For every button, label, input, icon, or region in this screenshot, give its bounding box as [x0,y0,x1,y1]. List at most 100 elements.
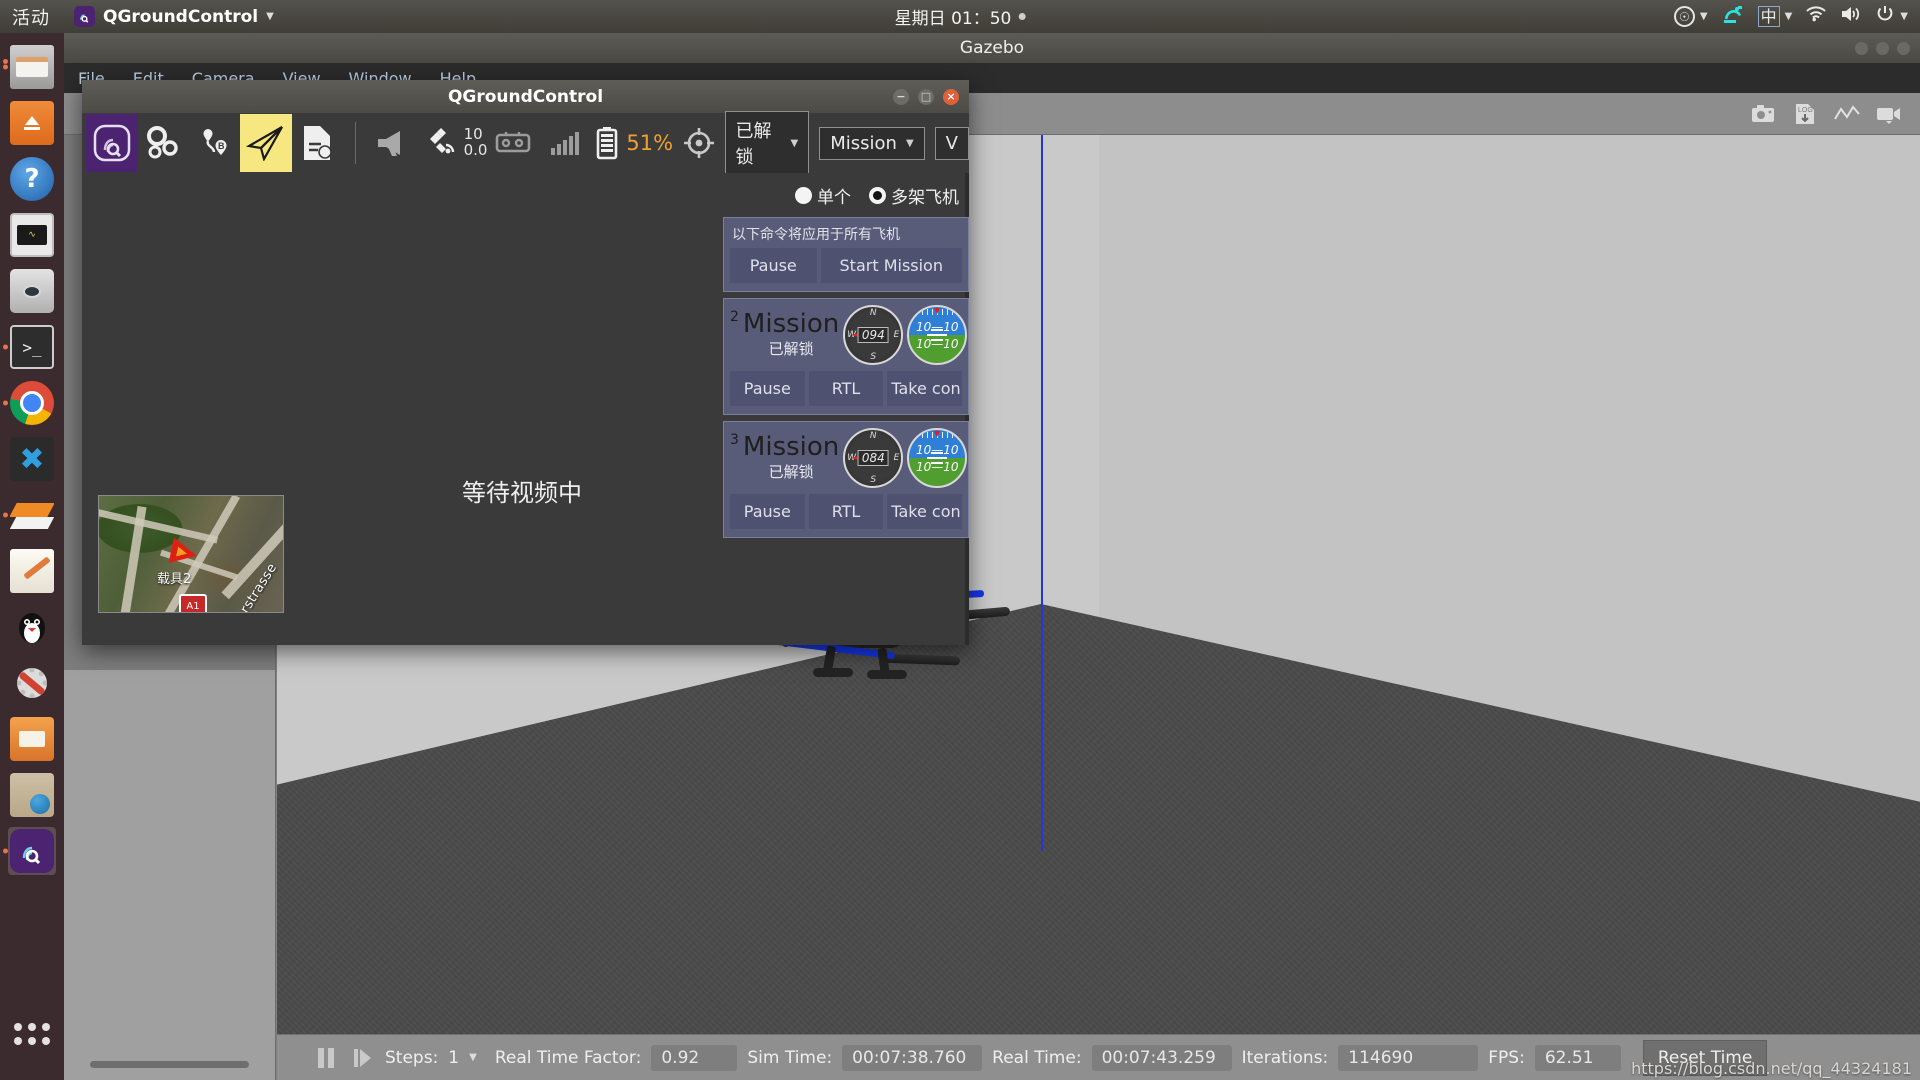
wifi-icon [1805,5,1827,28]
steps-dropdown-icon[interactable]: ▼ [469,1052,477,1063]
sidebar-item-qq[interactable] [8,603,56,651]
volume-indicator[interactable] [1840,5,1862,28]
flight-mode-dropdown[interactable]: Mission ▼ [819,126,925,160]
sidebar-item-files[interactable] [3,43,56,91]
wifi-indicator[interactable] [1805,5,1827,28]
vehicle-3-button-row: Pause RTL Take con [724,494,968,537]
vehicle-2-rtl-button[interactable]: RTL [808,371,884,406]
vehicle-2-arm-state: 已解锁 [768,340,814,359]
vehicle-3-pause-button[interactable]: Pause [730,494,805,529]
vehicle-position-marker[interactable] [168,537,200,569]
sidebar-item-qgroundcontrol[interactable] [3,827,56,875]
log-download-icon[interactable]: LOG [1792,102,1818,126]
gps-hdop-value: 0.0 [463,141,488,159]
radio-multi-vehicle[interactable]: 多架飞机 [869,183,959,208]
vehicle-3-altitude-row: 10—10 [916,443,959,457]
qgc-fly-view: 等待视频中 载具2 rstrasse A1 单个 多架飞机 以下命令将应用于所有… [82,173,969,645]
app-menu[interactable]: QGroundControl ▼ [74,6,274,27]
steps-value[interactable]: 1 [448,1048,459,1068]
ubuntu-launcher: ? ∿ >_ ✖ [0,33,64,1080]
qgc-toolbar: B 10 0.0 51% 已解锁 ▼ Mission ▼ V [82,111,969,175]
gears-settings-icon[interactable] [137,114,188,172]
battery-status-group[interactable]: 51% [594,126,673,160]
sidebar-item-slack[interactable] [3,491,56,539]
third-dropdown-value: V [945,132,958,154]
step-forward-icon[interactable] [349,1046,375,1070]
sidebar-item-browser[interactable] [8,771,56,819]
pause-icon[interactable] [313,1046,339,1070]
third-dropdown[interactable]: V [934,126,969,160]
ibus-icon [1721,3,1745,30]
vehicle-3-attitude-indicator: 10—10 10—10 [907,428,968,488]
files-icon [10,45,54,89]
world-axis-line [1040,135,1043,851]
sidebar-item-tweak-tool[interactable] [8,659,56,707]
sidebar-item-system-monitor[interactable]: ∿ [8,211,56,259]
qgc-window-buttons[interactable]: − □ × [893,88,959,105]
gazebo-pane-scrollbar[interactable] [90,1061,249,1068]
chevron-down-icon: ▼ [1784,11,1793,22]
vehicle-3-arm-state: 已解锁 [768,463,814,482]
volume-icon [1840,5,1862,28]
vehicle-2-take-control-button[interactable]: Take con [887,371,963,406]
signal-bars-icon[interactable] [539,114,590,172]
sidebar-item-amazon[interactable] [8,99,56,147]
file-manager-icon [10,717,54,761]
vehicle-2-mode: Mission [742,308,840,339]
vehicle-3-speed-row: 10—10 [916,460,959,474]
plot-icon[interactable] [1834,102,1860,126]
vehicle-3-heading: 084 [857,450,889,466]
arm-state-dropdown[interactable]: 已解锁 ▼ [724,111,810,175]
qgc-minimize-button[interactable]: − [893,88,909,105]
language-indicator[interactable]: 中 ▼ [1757,6,1793,27]
show-applications-button[interactable] [8,1010,56,1058]
gazebo-titlebar: Gazebo [64,33,1920,63]
map-thumbnail[interactable]: 载具2 rstrasse A1 [98,495,284,613]
iterations-label: Iterations: [1241,1047,1329,1068]
sidebar-item-terminal[interactable]: >_ [3,323,56,371]
paper-plane-fly-icon[interactable] [240,114,292,172]
video-record-icon[interactable] [1876,102,1902,126]
compass-east-label: E [893,330,900,340]
accessibility-menu[interactable]: ☉ ▼ [1673,6,1708,27]
battery-percentage: 51% [626,131,674,155]
sidebar-item-text-editor[interactable] [8,547,56,595]
rc-controller-icon[interactable] [487,114,538,172]
vehicle-3-take-control-button[interactable]: Take con [887,494,963,529]
sidebar-item-file-manager[interactable] [8,715,56,763]
vehicle-2-pause-button[interactable]: Pause [730,371,805,406]
sidebar-item-vscode[interactable]: ✖ [8,435,56,483]
fps-label: FPS: [1488,1047,1525,1068]
real-time-factor-label: Real Time Factor: [494,1047,642,1068]
clock[interactable]: 星期日 01：50 [895,4,1026,29]
gazebo-minimize-button[interactable] [1855,41,1868,55]
qgc-maximize-button[interactable]: □ [918,88,934,105]
gps-status-group[interactable]: 10 0.0 [424,126,488,159]
vehicle-3-summary: 3 Mission 已解锁 N S W E 084 10—10 10—10 [724,422,968,494]
gazebo-maximize-button[interactable] [1876,41,1889,55]
system-monitor-icon: ∿ [10,213,54,257]
ibus-indicator[interactable] [1721,3,1745,30]
amazon-icon [10,101,54,145]
satellite-gps-icon [429,128,454,154]
sidebar-item-camera[interactable] [8,267,56,315]
screenshot-icon[interactable] [1750,102,1776,126]
waypoint-plan-icon[interactable]: B [189,114,240,172]
qgroundcontrol-logo-icon[interactable] [86,114,138,172]
sidebar-item-help[interactable]: ? [8,155,56,203]
vehicle-3-rtl-button[interactable]: RTL [808,494,884,529]
chevron-down-icon: ▼ [1900,11,1908,22]
power-menu[interactable]: ▼ [1875,4,1908,29]
radio-single-vehicle[interactable]: 单个 [795,183,851,208]
megaphone-message-icon[interactable] [368,114,419,172]
all-pause-button[interactable]: Pause [730,248,817,283]
gazebo-window-buttons[interactable] [1855,41,1910,55]
qgc-close-button[interactable]: × [943,88,959,105]
chevron-down-icon: ▼ [790,137,799,149]
gazebo-close-button[interactable] [1897,41,1910,55]
sidebar-item-chrome[interactable] [3,379,56,427]
analyze-document-icon[interactable] [292,114,343,172]
all-start-mission-button[interactable]: Start Mission [820,248,962,283]
crosshair-mode-icon[interactable] [673,114,724,172]
activities-button[interactable]: 活动 [12,4,50,30]
